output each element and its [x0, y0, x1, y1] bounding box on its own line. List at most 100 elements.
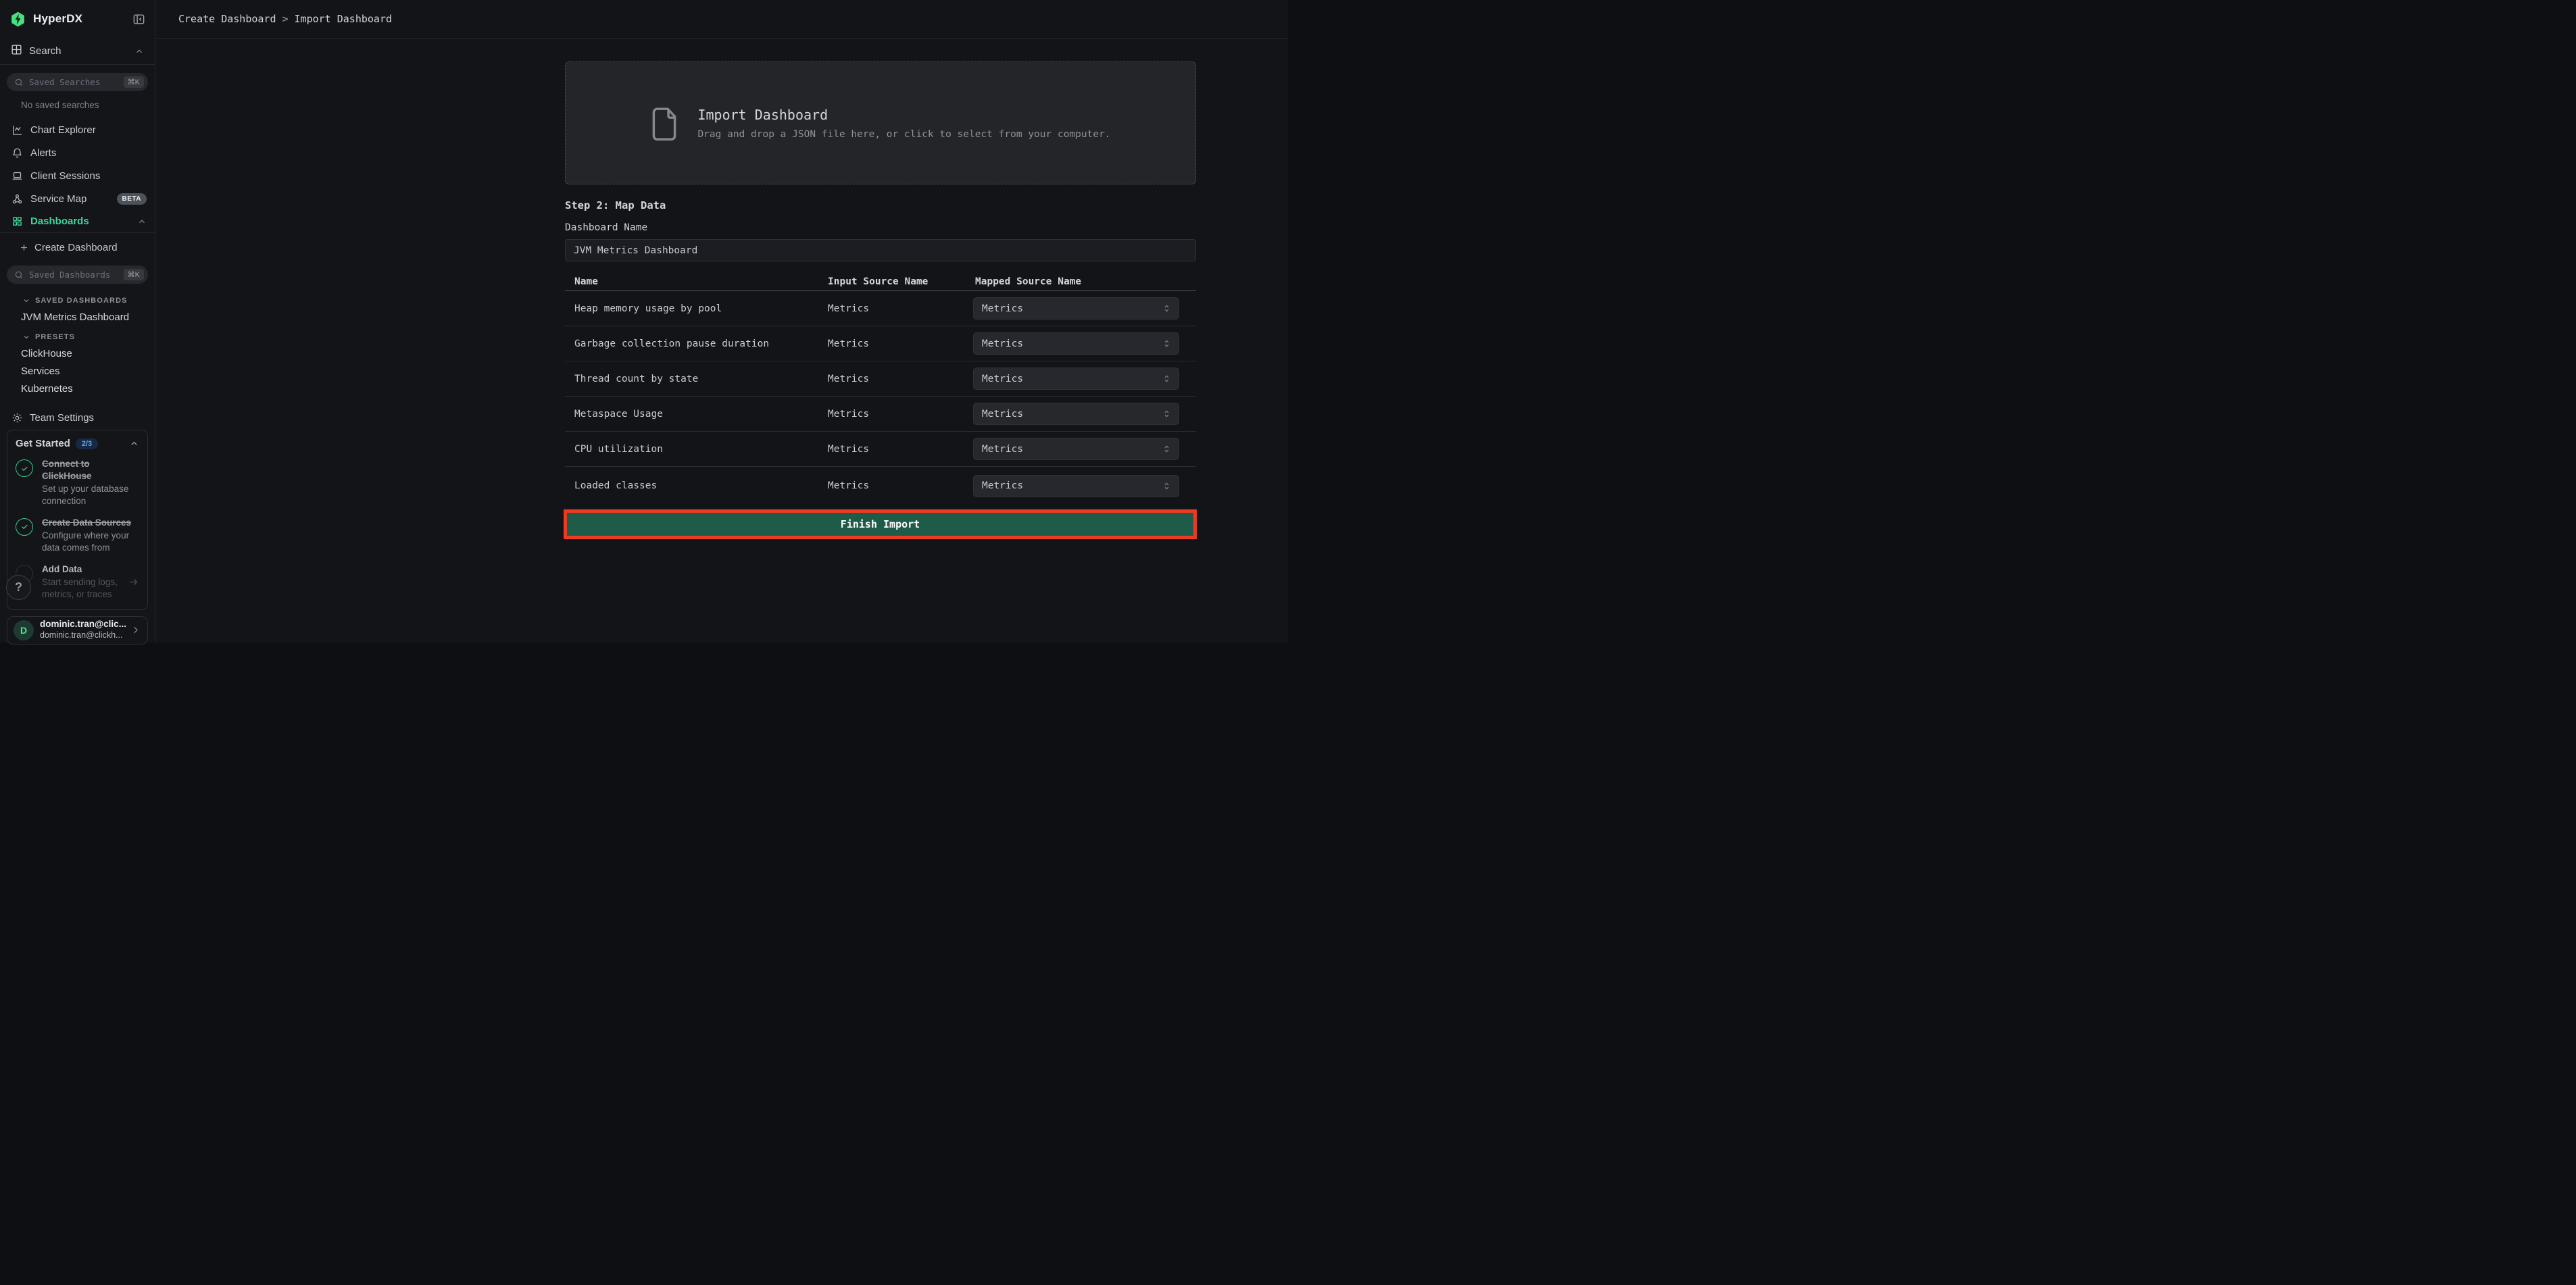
select-value: Metrics	[982, 338, 1023, 349]
saved-searches-placeholder: Saved Searches	[29, 77, 100, 87]
table-row: Thread count by state Metrics Metrics	[565, 361, 1196, 397]
row-input-source: Metrics	[828, 338, 973, 349]
dropzone-texts: Import Dashboard Drag and drop a JSON fi…	[697, 107, 1110, 140]
get-started-item-title: Connect to ClickHouse	[42, 458, 139, 482]
gear-icon	[11, 412, 23, 424]
saved-dashboards-section-toggle[interactable]: SAVED DASHBOARDS	[0, 293, 155, 308]
chevron-up-icon[interactable]	[137, 217, 147, 226]
laptop-icon	[11, 170, 23, 182]
avatar: D	[14, 620, 34, 640]
row-input-source: Metrics	[828, 480, 973, 491]
row-input-source: Metrics	[828, 409, 973, 420]
select-chevrons-icon	[1162, 444, 1172, 454]
column-header-input-source: Input Source Name	[828, 276, 973, 287]
breadcrumb-create-dashboard[interactable]: Create Dashboard	[178, 13, 276, 25]
menu-label: Dashboards	[30, 216, 89, 227]
select-chevrons-icon	[1162, 409, 1172, 419]
breadcrumb-import-dashboard: Import Dashboard	[295, 13, 393, 25]
dropzone-title: Import Dashboard	[697, 107, 1110, 123]
get-started-item-sources[interactable]: Create Data Sources Configure where your…	[16, 517, 139, 555]
sidebar-item-client-sessions[interactable]: Client Sessions	[0, 164, 155, 187]
get-started-item-texts: Create Data Sources Configure where your…	[42, 517, 139, 555]
sidebar-item-dashboards[interactable]: Dashboards	[0, 210, 155, 233]
get-started-item-desc: Configure where your data comes from	[42, 530, 139, 554]
mapped-source-select[interactable]: Metrics	[973, 403, 1179, 425]
mapping-table: Name Input Source Name Mapped Source Nam…	[565, 273, 1196, 505]
check-circle-icon	[16, 459, 33, 477]
chevron-up-icon[interactable]	[134, 47, 144, 56]
file-icon	[650, 105, 678, 141]
user-texts: dominic.tran@clic... dominic.tran@clickh…	[40, 619, 130, 641]
finish-import-button[interactable]: Finish Import	[567, 513, 1193, 536]
mapped-source-select[interactable]: Metrics	[973, 332, 1179, 355]
plus-icon	[19, 243, 29, 253]
search-icon	[14, 78, 24, 87]
get-started-item-desc: Start sending logs, metrics, or traces	[42, 576, 119, 601]
chevron-up-icon[interactable]	[129, 438, 139, 449]
preset-item-kubernetes[interactable]: Kubernetes	[0, 380, 155, 397]
select-value: Metrics	[982, 303, 1023, 314]
select-value: Metrics	[982, 480, 1023, 491]
get-started-header[interactable]: Get Started 2/3	[16, 438, 139, 449]
select-chevrons-icon	[1162, 338, 1172, 349]
get-started-item-desc: Set up your database connection	[42, 483, 139, 507]
sidebar-collapse-icon[interactable]	[132, 13, 145, 26]
chart-explorer-icon	[11, 124, 23, 136]
select-chevrons-icon	[1162, 303, 1172, 313]
mapped-source-select[interactable]: Metrics	[973, 297, 1179, 320]
help-button[interactable]: ?	[6, 575, 31, 600]
row-name: Heap memory usage by pool	[565, 303, 828, 314]
dashboard-name-input[interactable]	[565, 239, 1196, 261]
app-title: HyperDX	[33, 12, 82, 26]
table-row: Heap memory usage by pool Metrics Metric…	[565, 291, 1196, 326]
table-row: Metaspace Usage Metrics Metrics	[565, 397, 1196, 432]
saved-dashboards-input[interactable]: Saved Dashboards ⌘K	[7, 266, 148, 284]
sidebar-item-team-settings[interactable]: Team Settings	[0, 405, 155, 430]
beta-badge: BETA	[117, 193, 147, 205]
mapped-source-select[interactable]: Metrics	[973, 475, 1179, 497]
shortcut-badge: ⌘K	[124, 269, 144, 280]
preset-item-clickhouse[interactable]: ClickHouse	[0, 345, 155, 362]
user-account-button[interactable]: D dominic.tran@clic... dominic.tran@clic…	[7, 616, 148, 645]
select-chevrons-icon	[1162, 481, 1172, 491]
menu-label: Chart Explorer	[30, 124, 96, 136]
saved-dashboard-item[interactable]: JVM Metrics Dashboard	[0, 308, 155, 326]
sidebar-section-search[interactable]: Search	[0, 38, 155, 65]
select-value: Metrics	[982, 444, 1023, 455]
saved-searches-input[interactable]: Saved Searches ⌘K	[7, 73, 148, 91]
dropzone-subtitle: Drag and drop a JSON file here, or click…	[697, 129, 1110, 140]
table-row: Loaded classes Metrics Metrics	[565, 467, 1196, 505]
bell-icon	[11, 147, 23, 159]
presets-section-toggle[interactable]: PRESETS	[0, 330, 155, 345]
team-settings-label: Team Settings	[30, 412, 94, 424]
create-dashboard-button[interactable]: Create Dashboard	[0, 233, 155, 261]
create-dashboard-label: Create Dashboard	[34, 242, 118, 253]
search-panel-icon	[11, 44, 22, 58]
table-row: CPU utilization Metrics Metrics	[565, 432, 1196, 467]
file-dropzone[interactable]: Import Dashboard Drag and drop a JSON fi…	[565, 61, 1196, 184]
menu-label: Alerts	[30, 147, 56, 159]
get-started-progress-badge: 2/3	[76, 438, 98, 449]
service-map-icon	[11, 193, 23, 205]
row-input-source: Metrics	[828, 374, 973, 384]
search-icon	[14, 270, 24, 280]
dropzone-content: Import Dashboard Drag and drop a JSON fi…	[650, 105, 1110, 141]
row-name: Thread count by state	[565, 374, 828, 384]
sidebar-item-alerts[interactable]: Alerts	[0, 141, 155, 164]
mapped-source-select[interactable]: Metrics	[973, 438, 1179, 460]
saved-dashboards-section-label: SAVED DASHBOARDS	[35, 297, 128, 305]
get-started-item-connect[interactable]: Connect to ClickHouse Set up your databa…	[16, 458, 139, 508]
search-section-label: Search	[29, 45, 61, 57]
sidebar-item-chart-explorer[interactable]: Chart Explorer	[0, 118, 155, 141]
row-input-source: Metrics	[828, 303, 973, 314]
column-header-name: Name	[565, 276, 828, 287]
sidebar-item-service-map[interactable]: Service Map BETA	[0, 187, 155, 210]
breadcrumb-separator: >	[282, 13, 289, 25]
get-started-item-texts: Add Data Start sending logs, metrics, or…	[42, 563, 119, 601]
get-started-item-title: Add Data	[42, 563, 119, 576]
mapped-source-select[interactable]: Metrics	[973, 368, 1179, 390]
select-chevrons-icon	[1162, 374, 1172, 384]
menu-label: Service Map	[30, 193, 86, 205]
preset-item-services[interactable]: Services	[0, 362, 155, 380]
get-started-item-add-data[interactable]: Add Data Start sending logs, metrics, or…	[16, 563, 139, 601]
